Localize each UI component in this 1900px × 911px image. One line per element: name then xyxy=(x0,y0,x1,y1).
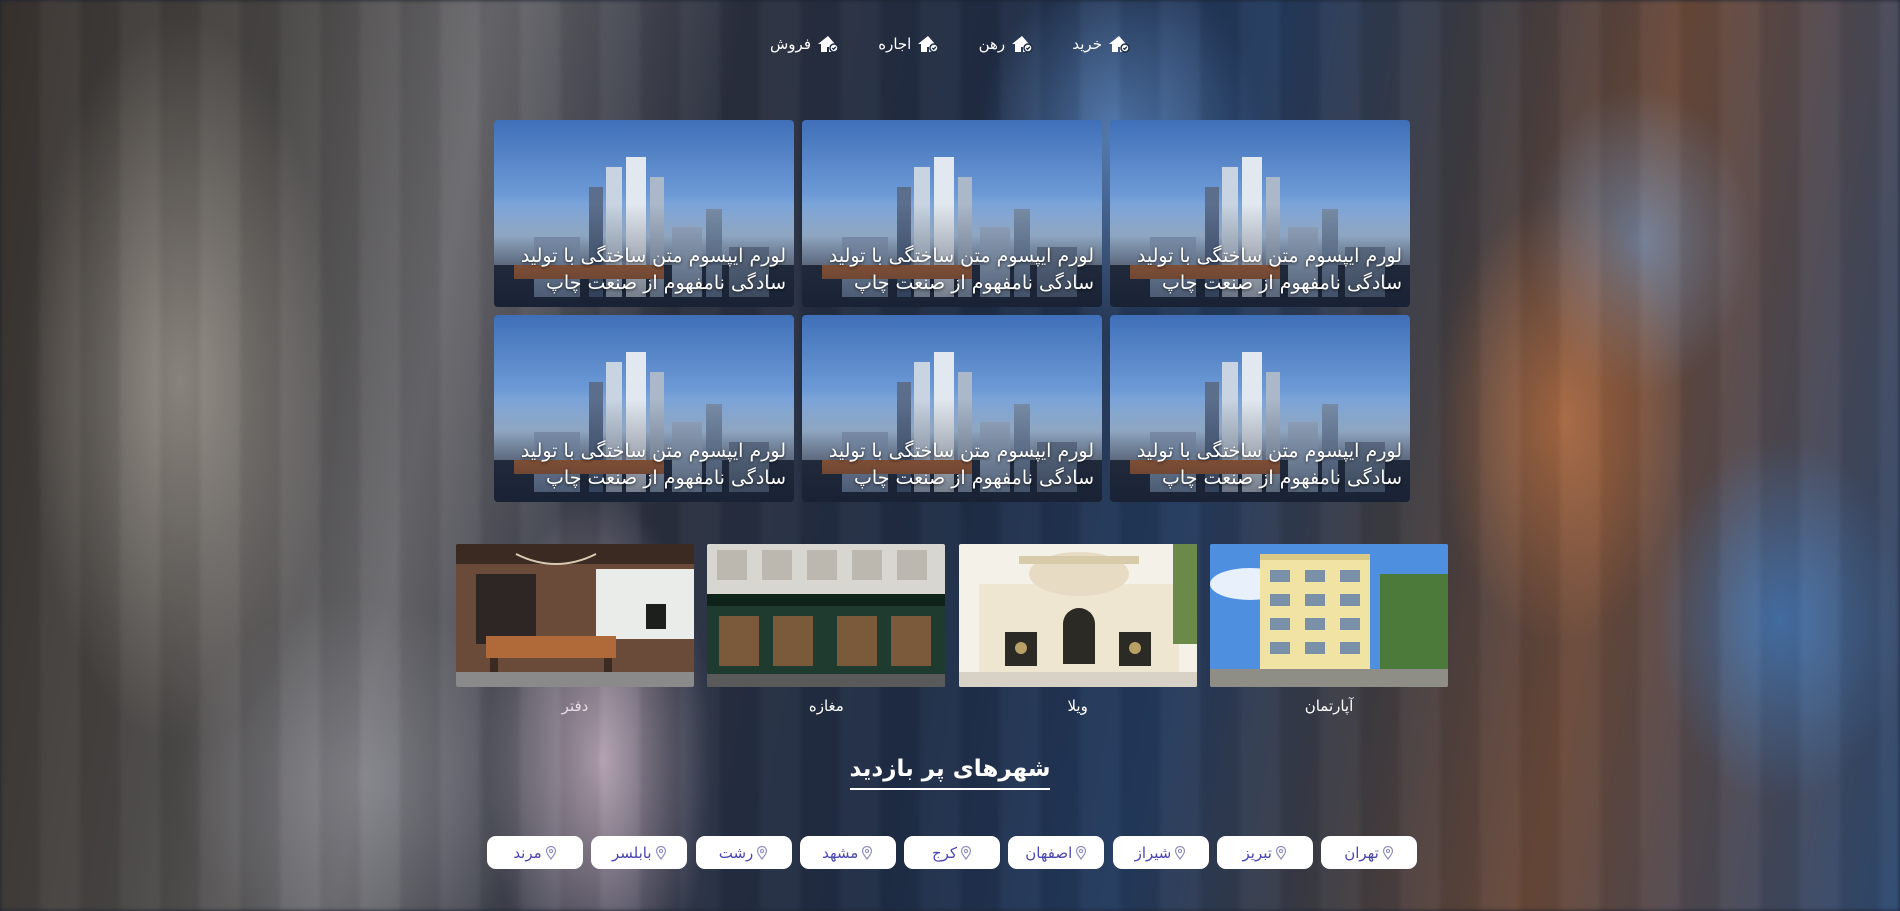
card-caption: لورم ایپسوم متن ساختگی با تولید سادگی نا… xyxy=(828,440,1094,489)
location-pin-icon xyxy=(756,845,768,860)
nav-item-mortgage[interactable]: رهن xyxy=(979,35,1034,53)
featured-card[interactable]: لورم ایپسوم متن ساختگی با تولید سادگی نا… xyxy=(1110,315,1410,502)
card-caption: لورم ایپسوم متن ساختگی با تولید سادگی نا… xyxy=(520,440,786,489)
nav-item-label: اجاره xyxy=(878,35,912,53)
city-name: مشهد xyxy=(822,843,859,862)
city-name: بابلسر xyxy=(611,843,652,862)
city-name: کرج xyxy=(931,843,958,862)
category-label: مغازه xyxy=(808,697,844,715)
section-heading: شهرهای پر بازدید xyxy=(849,756,1051,790)
apartment-image xyxy=(1209,544,1448,687)
nav-item-sell[interactable]: فروش xyxy=(770,35,839,53)
villa-image xyxy=(958,544,1197,687)
category-apartment[interactable]: آپارتمان xyxy=(1209,544,1448,719)
location-pin-icon xyxy=(1382,845,1394,860)
city-chip-marand[interactable]: مرند xyxy=(487,836,583,869)
city-chip-karaj[interactable]: کرج xyxy=(904,836,1000,869)
popular-cities-list: تهران تبریز شیراز اصفهان کرج مشهد رشت با… xyxy=(487,836,1417,870)
featured-card[interactable]: لورم ایپسوم متن ساختگی با تولید سادگی نا… xyxy=(802,315,1102,502)
house-icon xyxy=(917,35,940,53)
location-pin-icon xyxy=(960,845,972,860)
nav-item-label: فروش xyxy=(770,35,812,53)
card-caption: لورم ایپسوم متن ساختگی با تولید سادگی نا… xyxy=(520,245,786,294)
location-pin-icon xyxy=(1075,845,1087,860)
nav-item-rent[interactable]: اجاره xyxy=(878,35,940,53)
house-icon xyxy=(817,35,839,53)
city-name: رشت xyxy=(718,843,754,862)
category-shop[interactable]: مغازه xyxy=(707,544,946,719)
card-caption: لورم ایپسوم متن ساختگی با تولید سادگی نا… xyxy=(828,245,1094,294)
location-pin-icon xyxy=(545,845,557,860)
featured-card[interactable]: لورم ایپسوم متن ساختگی با تولید سادگی نا… xyxy=(802,120,1102,307)
location-pin-icon xyxy=(655,845,667,860)
city-chip-tabriz[interactable]: تبریز xyxy=(1216,836,1313,869)
featured-card[interactable]: لورم ایپسوم متن ساختگی با تولید سادگی نا… xyxy=(1110,120,1410,307)
card-caption: لورم ایپسوم متن ساختگی با تولید سادگی نا… xyxy=(1136,440,1402,489)
office-image xyxy=(456,544,694,687)
popular-cities-title: شهرهای پر بازدید xyxy=(0,756,1900,790)
top-nav: خرید رهن اجاره فروش xyxy=(770,30,1130,58)
shop-image xyxy=(707,544,946,687)
category-label: ویلا xyxy=(1067,697,1088,715)
property-categories: آپارتمان ویلا مغازه دفتر xyxy=(456,544,1448,719)
city-chip-mashhad[interactable]: مشهد xyxy=(799,836,896,869)
category-villa[interactable]: ویلا xyxy=(958,544,1197,719)
card-caption: لورم ایپسوم متن ساختگی با تولید سادگی نا… xyxy=(1136,245,1402,294)
featured-card[interactable]: لورم ایپسوم متن ساختگی با تولید سادگی نا… xyxy=(494,315,794,502)
location-pin-icon xyxy=(1174,845,1186,860)
location-pin-icon xyxy=(861,845,873,860)
category-label: دفتر xyxy=(561,697,589,715)
city-chip-isfahan[interactable]: اصفهان xyxy=(1008,836,1105,869)
featured-listings-grid: لورم ایپسوم متن ساختگی با تولید سادگی نا… xyxy=(494,120,1410,502)
city-chip-tehran[interactable]: تهران xyxy=(1321,836,1417,869)
city-name: مرند xyxy=(513,843,542,862)
city-chip-shiraz[interactable]: شیراز xyxy=(1112,836,1209,869)
city-name: تهران xyxy=(1344,843,1379,862)
nav-item-label: خرید xyxy=(1072,35,1102,53)
featured-card[interactable]: لورم ایپسوم متن ساختگی با تولید سادگی نا… xyxy=(494,120,794,307)
house-icon xyxy=(1108,35,1130,53)
city-chip-babolsar[interactable]: بابلسر xyxy=(591,836,688,869)
nav-item-label: رهن xyxy=(978,35,1006,53)
city-name: تبریز xyxy=(1242,843,1272,862)
city-chip-rasht[interactable]: رشت xyxy=(695,836,792,869)
location-pin-icon xyxy=(1275,845,1287,860)
house-icon xyxy=(1011,35,1033,53)
city-name: شیراز xyxy=(1134,843,1172,862)
category-label: آپارتمان xyxy=(1304,697,1354,715)
category-office[interactable]: دفتر xyxy=(456,544,694,719)
city-name: اصفهان xyxy=(1025,843,1073,862)
nav-item-buy[interactable]: خرید xyxy=(1072,35,1130,53)
